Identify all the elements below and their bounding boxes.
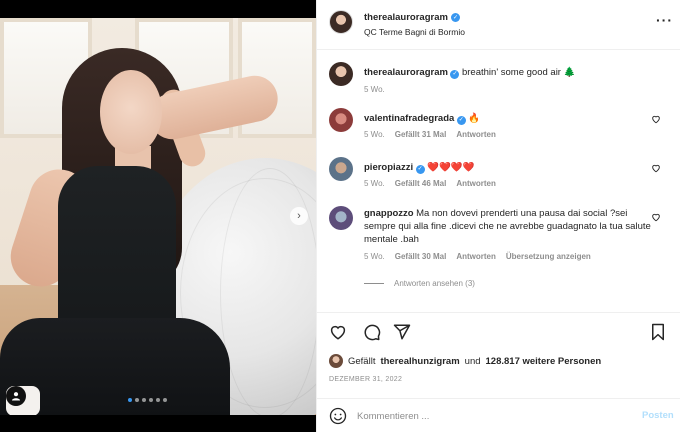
post-location[interactable]: QC Terme Bagni di Bormio (364, 27, 465, 37)
post-sidebar: therealauroragram ✓ QC Terme Bagni di Bo… (316, 0, 680, 432)
comment-likes[interactable]: Gefällt 31 Mal (395, 130, 447, 139)
carousel-dot (156, 398, 160, 402)
comment-time[interactable]: 5 Wo. (364, 130, 385, 139)
like-comment-heart-icon[interactable] (651, 114, 661, 127)
view-replies-label: Antworten ansehen (3) (394, 279, 475, 288)
post-author-username[interactable]: therealauroragram (364, 12, 448, 23)
more-horizontal-icon[interactable]: ··· (656, 12, 673, 28)
user-icon (12, 392, 20, 401)
carousel-dot (163, 398, 167, 402)
likes-summary: Gefällt therealhunzigram und 128.817 wei… (329, 354, 601, 368)
verified-badge-icon: ✓ (456, 115, 466, 125)
replies-divider (364, 283, 384, 284)
comment-username[interactable]: valentinafradegrada (364, 113, 454, 124)
like-heart-icon[interactable] (327, 321, 349, 343)
reply-button[interactable]: Antworten (456, 252, 496, 261)
translate-button[interactable]: Übersetzung anzeigen (506, 252, 591, 261)
avatar[interactable] (329, 157, 353, 181)
comment-text: 🔥 (468, 113, 481, 124)
comment-username[interactable]: gnappozzo (364, 208, 414, 219)
comment-time[interactable]: 5 Wo. (364, 85, 385, 94)
comment-bubble-icon[interactable] (361, 321, 383, 343)
comment-likes[interactable]: Gefällt 46 Mal (395, 179, 447, 188)
avatar[interactable] (329, 62, 353, 86)
post-modal: › therealauroragram ✓ QC Terme Bagni di … (0, 0, 680, 432)
comments-list: therealauroragram ✓ breathin' some good … (317, 50, 680, 312)
tagged-users-button[interactable] (6, 386, 26, 406)
verified-badge-icon: ✓ (450, 69, 460, 79)
comment-time[interactable]: 5 Wo. (364, 252, 385, 261)
likes-count-link[interactable]: 128.817 weitere Personen (486, 356, 602, 367)
chevron-right-icon: › (297, 209, 301, 222)
bookmark-icon[interactable] (647, 321, 669, 343)
reply-button[interactable]: Antworten (456, 130, 496, 139)
comment-username[interactable]: pieropiazzi (364, 162, 413, 173)
verified-badge-icon: ✓ (415, 164, 425, 174)
comment-input[interactable] (357, 408, 617, 424)
like-comment-heart-icon[interactable] (651, 212, 661, 225)
carousel-dot (142, 398, 146, 402)
likes-middle: und (464, 355, 481, 367)
avatar[interactable] (329, 108, 353, 132)
emoji-smiley-icon[interactable] (329, 407, 347, 425)
carousel-dot (128, 398, 132, 402)
post-header: therealauroragram ✓ QC Terme Bagni di Bo… (317, 0, 680, 50)
avatar[interactable] (329, 206, 353, 230)
comment-composer: Posten (317, 398, 680, 432)
view-replies-button[interactable]: Antworten ansehen (3) (364, 279, 475, 288)
comment-text: breathin' some good air 🌲 (461, 67, 576, 78)
next-slide-button[interactable]: › (290, 207, 308, 225)
comment-likes[interactable]: Gefällt 30 Mal (395, 252, 447, 261)
likes-prefix: Gefällt (348, 355, 376, 367)
share-paper-plane-icon[interactable] (391, 321, 413, 343)
comment-username[interactable]: therealauroragram (364, 67, 448, 78)
carousel-dot (135, 398, 139, 402)
liked-by-username[interactable]: therealhunzigram (380, 356, 459, 367)
comment-time[interactable]: 5 Wo. (364, 179, 385, 188)
post-photo-pane: › (0, 0, 316, 432)
like-comment-heart-icon[interactable] (651, 163, 661, 176)
post-photo[interactable] (0, 18, 316, 415)
post-actions: Gefällt therealhunzigram und 128.817 wei… (317, 312, 680, 398)
avatar[interactable] (329, 10, 353, 34)
carousel-indicator (128, 398, 167, 402)
avatar[interactable] (329, 354, 343, 368)
post-date[interactable]: DEZEMBER 31, 2022 (329, 376, 402, 383)
woman-face (100, 70, 162, 154)
reply-button[interactable]: Antworten (456, 179, 496, 188)
comment-text: ❤️❤️❤️❤️ (427, 162, 475, 173)
verified-badge-icon: ✓ (450, 13, 460, 22)
post-comment-button[interactable]: Posten (642, 410, 674, 421)
carousel-dot (149, 398, 153, 402)
